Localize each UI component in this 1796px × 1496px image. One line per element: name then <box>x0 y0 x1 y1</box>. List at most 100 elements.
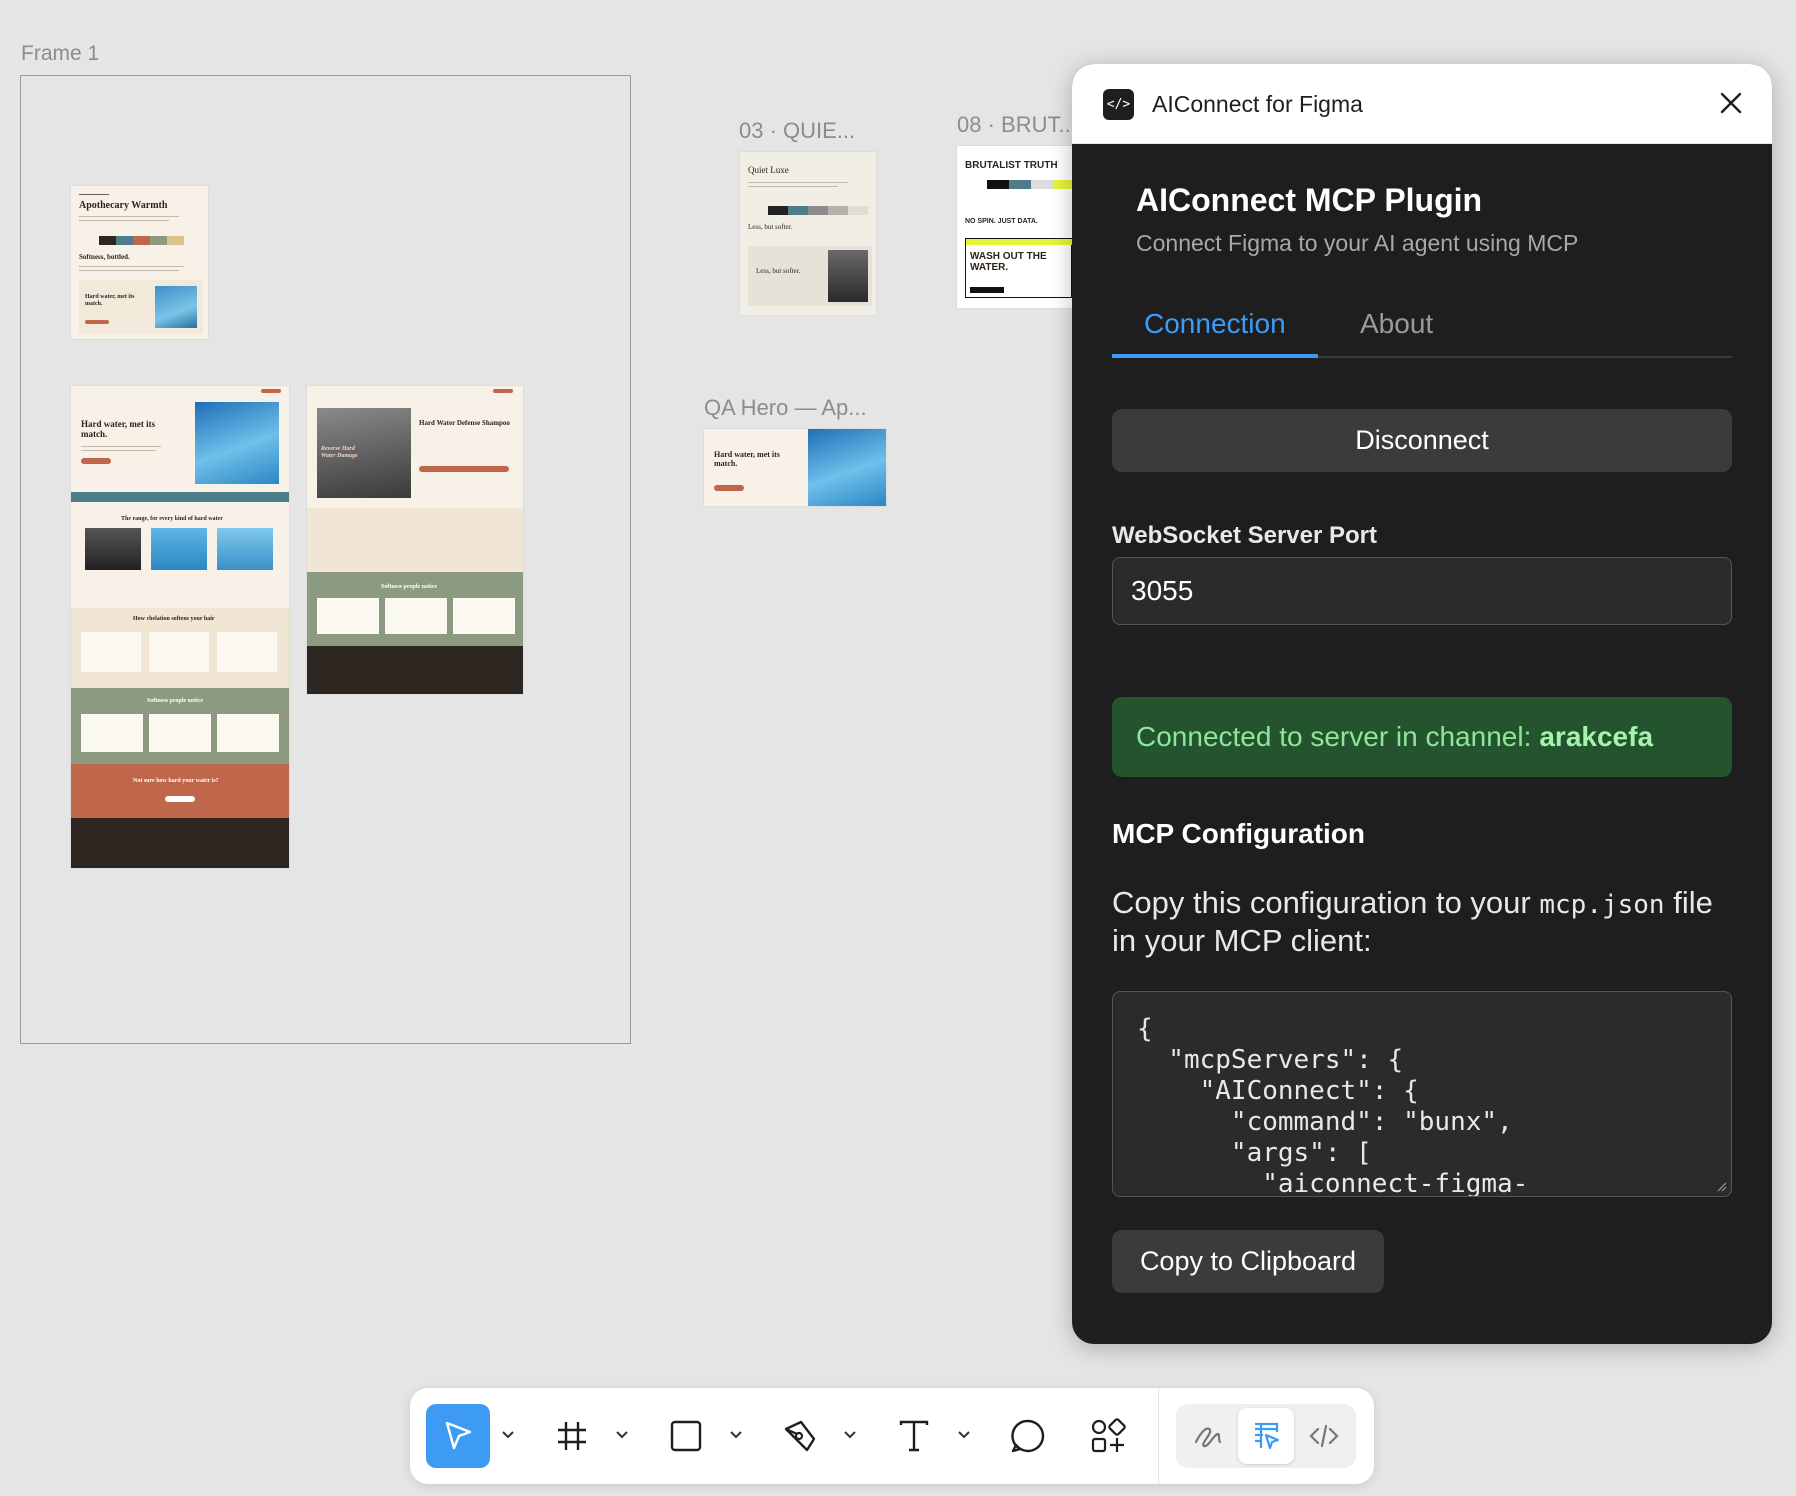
thumb-product-2 <box>151 528 207 570</box>
shape-tool-dropdown[interactable] <box>729 1428 743 1442</box>
dev-mode-icon <box>1309 1424 1339 1448</box>
thumb-card-title: Hard water, met its match. <box>85 294 135 307</box>
frame-label-quiet[interactable]: 03 · QUIE... <box>739 118 879 144</box>
text-tool-dropdown[interactable] <box>957 1428 971 1442</box>
dev-mode[interactable] <box>1296 1408 1352 1464</box>
chevron-down-icon <box>844 1431 856 1439</box>
mcp-config-textarea[interactable]: { "mcpServers": { "AIConnect": { "comman… <box>1112 991 1732 1197</box>
thumb-cta <box>85 320 109 324</box>
thumb-text-line <box>79 270 179 271</box>
shape-tool[interactable] <box>654 1404 718 1468</box>
thumb-brutalist-truth[interactable]: BRUTALIST TRUTH NO SPIN. JUST DATA. WASH… <box>957 146 1072 308</box>
frame-label-brut[interactable]: 08 · BRUT... <box>957 112 1072 138</box>
thumb-footer <box>307 646 523 694</box>
close-button[interactable] <box>1712 84 1750 122</box>
pen-icon <box>784 1420 816 1452</box>
move-tool[interactable] <box>426 1404 490 1468</box>
frame-tool-dropdown[interactable] <box>615 1428 629 1442</box>
chevron-down-icon <box>502 1431 514 1439</box>
thumb-footer <box>71 818 289 868</box>
plugin-subtitle: Connect Figma to your AI agent using MCP <box>1136 230 1579 256</box>
palette-swatch <box>788 206 808 215</box>
pen-tool[interactable] <box>768 1404 832 1468</box>
thumb-meta-line <box>79 194 109 195</box>
thumb-product-image <box>828 250 868 302</box>
palette-swatch <box>808 206 828 215</box>
thumb-hero-cta <box>714 485 744 491</box>
thumb-step-card <box>217 632 277 672</box>
mcp-config-description: Copy this configuration to your mcp.json… <box>1112 884 1732 960</box>
plugin-window-title: AIConnect for Figma <box>1152 91 1363 117</box>
thumb-card-title: Less, but softer. <box>756 267 801 275</box>
rectangle-icon <box>670 1420 702 1452</box>
thumb-qa-hero[interactable]: Hard water, met its match. <box>704 429 886 506</box>
actions-icon <box>1091 1418 1126 1453</box>
frame-label-qa-hero[interactable]: QA Hero — Ap... <box>704 395 884 421</box>
thumb-hero-cta <box>81 458 111 464</box>
chevron-down-icon <box>616 1431 628 1439</box>
frame-tool[interactable] <box>540 1404 604 1468</box>
thumb-product-1 <box>85 528 141 570</box>
thumb-quiet-luxe[interactable]: Quiet Luxe Less, but softer. Less, but s… <box>740 152 876 315</box>
thumb-product-page[interactable]: Reverse Hard Water Damage Hard Water Def… <box>307 386 523 694</box>
toolbar-divider <box>1158 1388 1159 1484</box>
move-cursor-icon <box>445 1421 472 1450</box>
tab-about[interactable]: About <box>1328 308 1465 358</box>
thumb-subtitle: Less, but softer. <box>748 223 793 231</box>
bottom-toolbar <box>410 1388 1374 1484</box>
thumb-apothecary-warmth[interactable]: Apothecary Warmth Softness, bottled. Har… <box>71 186 208 339</box>
plugin-panel: </> AIConnect for Figma AIConnect MCP Pl… <box>1072 64 1772 1344</box>
desc-text: Copy this configuration to your <box>1112 885 1531 920</box>
code-icon: </> <box>1103 89 1134 120</box>
tab-bar: Connection About <box>1112 296 1732 358</box>
port-label: WebSocket Server Port <box>1112 522 1377 549</box>
move-tool-dropdown[interactable] <box>501 1428 515 1442</box>
palette-swatch <box>987 180 1009 189</box>
palette-swatch <box>1053 180 1072 189</box>
pen-tool-dropdown[interactable] <box>843 1428 857 1442</box>
thumb-text-line <box>748 186 838 187</box>
frame-hash-icon <box>558 1422 586 1450</box>
copy-to-clipboard-button[interactable]: Copy to Clipboard <box>1112 1230 1384 1293</box>
design-icon <box>1255 1422 1280 1450</box>
thumb-reviews-title: Softness people notice <box>147 698 203 704</box>
thumb-product-hero-image: Reverse Hard Water Damage <box>317 408 411 498</box>
tab-connection[interactable]: Connection <box>1112 308 1318 358</box>
thumb-landing-page[interactable]: Hard water, met its match. The range, fo… <box>71 386 289 868</box>
design-mode[interactable] <box>1238 1408 1294 1464</box>
thumb-text-line <box>79 220 169 221</box>
thumb-subtitle: Softness, bottled. <box>79 253 130 261</box>
thumb-nav <box>71 386 289 396</box>
thumb-card-title: WASH OUT THE WATER. <box>970 251 1047 273</box>
palette-swatch <box>848 206 868 215</box>
config-code: { "mcpServers": { "AIConnect": { "comman… <box>1137 1014 1529 1197</box>
thumb-title: BRUTALIST TRUTH <box>965 160 1058 171</box>
thumb-product-image <box>155 286 197 328</box>
thumb-text-line <box>81 446 161 447</box>
thumb-hero-title: Hard water, met its match. <box>81 419 156 439</box>
thumb-nav-cta <box>493 389 513 393</box>
thumb-how-section: How chelation softens your hair <box>71 608 289 688</box>
draw-mode[interactable] <box>1180 1408 1236 1464</box>
actions-tool[interactable] <box>1076 1404 1140 1468</box>
palette-swatch <box>828 206 848 215</box>
thumb-text-line <box>81 450 156 451</box>
desc-code: mcp.json <box>1539 890 1665 920</box>
text-tool[interactable] <box>882 1404 946 1468</box>
thumb-reviews: Softness people notice <box>71 688 289 764</box>
port-input[interactable] <box>1112 557 1732 625</box>
comment-tool[interactable] <box>996 1404 1060 1468</box>
resize-grip-icon[interactable] <box>1715 1180 1727 1192</box>
disconnect-button[interactable]: Disconnect <box>1112 409 1732 472</box>
thumb-product-overlay: Reverse Hard Water Damage <box>321 446 358 459</box>
thumb-review-card <box>317 598 379 634</box>
plugin-header[interactable]: </> AIConnect for Figma <box>1072 64 1772 144</box>
frame-1[interactable]: Apothecary Warmth Softness, bottled. Har… <box>20 75 631 1044</box>
draw-icon <box>1194 1427 1222 1448</box>
thumb-review-card <box>217 714 279 752</box>
palette-swatch <box>150 236 167 245</box>
thumb-title: Quiet Luxe <box>748 165 789 175</box>
palette-swatch <box>99 236 116 245</box>
thumb-product-reviews-title: Softness people notice <box>381 584 437 590</box>
frame-label[interactable]: Frame 1 <box>21 42 99 66</box>
